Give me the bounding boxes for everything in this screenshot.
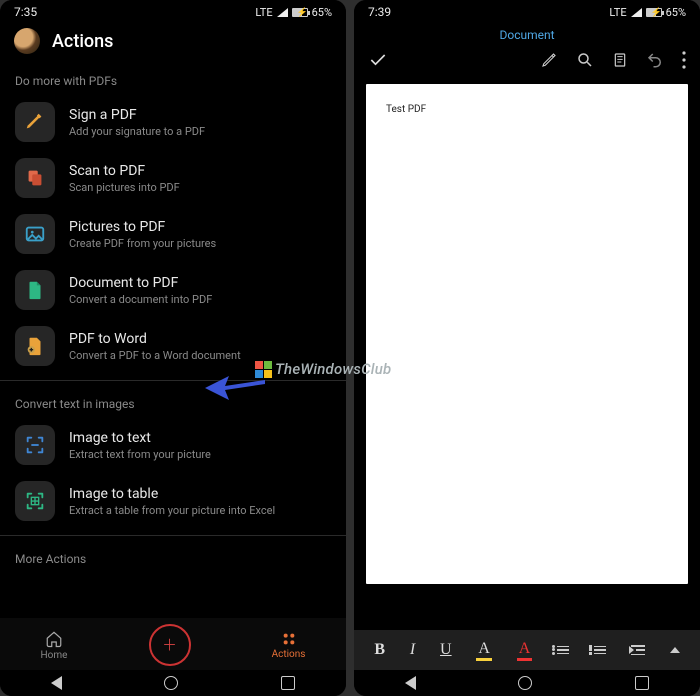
search-icon[interactable] xyxy=(576,51,594,69)
action-title: Pictures to PDF xyxy=(69,219,216,235)
doc-toolbar xyxy=(354,44,700,80)
recents-icon[interactable] xyxy=(281,676,295,690)
status-network: LTE xyxy=(609,6,626,19)
pdf-word-icon xyxy=(15,326,55,366)
action-sign-pdf[interactable]: Sign a PDF Add your signature to a PDF xyxy=(0,94,346,150)
undo-icon[interactable] xyxy=(646,51,664,69)
action-image-table[interactable]: Image to table Extract a table from your… xyxy=(0,473,346,529)
page-content: Test PDF xyxy=(386,104,426,115)
home-icon xyxy=(45,630,63,648)
read-mode-icon[interactable] xyxy=(612,51,628,69)
status-time: 7:35 xyxy=(14,5,37,19)
grid-icon xyxy=(281,631,297,647)
phone-actions-screen: 7:35 LTE ⚡ 65% Actions Do more with PDFs xyxy=(0,0,346,696)
nav-actions-label: Actions xyxy=(272,649,306,660)
home-icon[interactable] xyxy=(164,676,178,690)
document-page[interactable]: Test PDF xyxy=(366,84,688,584)
android-nav xyxy=(0,670,346,696)
action-pictures-pdf[interactable]: Pictures to PDF Create PDF from your pic… xyxy=(0,206,346,262)
action-sub: Create PDF from your pictures xyxy=(69,237,216,250)
nav-home-label: Home xyxy=(41,650,68,661)
indent-button[interactable] xyxy=(631,644,645,656)
done-icon[interactable] xyxy=(368,50,388,70)
bold-button[interactable]: B xyxy=(374,641,385,659)
signal-icon xyxy=(631,8,642,17)
nav-add-button[interactable]: + xyxy=(149,624,191,666)
image-text-icon xyxy=(15,425,55,465)
draw-icon[interactable] xyxy=(540,51,558,69)
section-title-images: Convert text in images xyxy=(0,387,346,417)
status-battery: 65% xyxy=(312,6,332,19)
watermark: TheWindowsClub xyxy=(255,360,391,378)
signal-icon xyxy=(277,8,288,17)
format-bar: B I U A A xyxy=(354,630,700,670)
section-title-pdfs: Do more with PDFs xyxy=(0,64,346,94)
picture-icon xyxy=(15,214,55,254)
windows-logo-icon xyxy=(255,361,272,378)
italic-button[interactable]: I xyxy=(410,641,415,659)
status-network: LTE xyxy=(255,6,272,19)
document-label[interactable]: Document xyxy=(354,22,700,44)
action-title: Sign a PDF xyxy=(69,107,205,123)
watermark-text: TheWindowsClub xyxy=(275,360,391,378)
image-table-icon xyxy=(15,481,55,521)
action-sub: Extract text from your picture xyxy=(69,448,211,461)
action-title: Image to text xyxy=(69,430,211,446)
action-sub: Add your signature to a PDF xyxy=(69,125,205,138)
home-icon[interactable] xyxy=(518,676,532,690)
back-icon[interactable] xyxy=(51,676,62,690)
action-doc-pdf[interactable]: Document to PDF Convert a document into … xyxy=(0,262,346,318)
underline-button[interactable]: U xyxy=(440,641,452,659)
font-color-button[interactable]: A xyxy=(517,640,533,661)
page-title: Actions xyxy=(52,31,113,52)
recents-icon[interactable] xyxy=(635,676,649,690)
status-bar: 7:35 LTE ⚡ 65% xyxy=(0,0,346,22)
android-nav xyxy=(354,670,700,696)
app-header: Actions xyxy=(0,22,346,64)
action-title: Scan to PDF xyxy=(69,163,180,179)
battery-icon: ⚡ xyxy=(646,8,662,17)
action-title: Document to PDF xyxy=(69,275,212,291)
nav-actions[interactable]: Actions xyxy=(272,631,306,660)
bullet-list-button[interactable] xyxy=(557,646,569,655)
highlight-button[interactable]: A xyxy=(476,640,492,661)
phone-document-screen: 7:39 LTE ⚡ 65% Document Test PDF xyxy=(354,0,700,696)
action-sub: Convert a document into PDF xyxy=(69,293,212,306)
expand-format-icon[interactable] xyxy=(670,647,680,653)
plus-icon: + xyxy=(163,633,175,658)
status-bar: 7:39 LTE ⚡ 65% xyxy=(354,0,700,22)
scan-icon xyxy=(15,158,55,198)
action-image-text[interactable]: Image to text Extract text from your pic… xyxy=(0,417,346,473)
status-battery: 65% xyxy=(666,6,686,19)
avatar[interactable] xyxy=(14,28,40,54)
action-scan-pdf[interactable]: Scan to PDF Scan pictures into PDF xyxy=(0,150,346,206)
action-title: Image to table xyxy=(69,486,275,502)
pen-icon xyxy=(15,102,55,142)
more-icon[interactable] xyxy=(682,51,686,69)
status-time: 7:39 xyxy=(368,5,391,19)
action-sub: Convert a PDF to a Word document xyxy=(69,349,241,362)
bottom-nav: Home + Actions xyxy=(0,618,346,670)
battery-icon: ⚡ xyxy=(292,8,308,17)
document-icon xyxy=(15,270,55,310)
action-sub: Scan pictures into PDF xyxy=(69,181,180,194)
back-icon[interactable] xyxy=(405,676,416,690)
nav-home[interactable]: Home xyxy=(41,630,68,661)
number-list-button[interactable] xyxy=(594,646,606,655)
action-sub: Extract a table from your picture into E… xyxy=(69,504,275,517)
section-title-more: More Actions xyxy=(0,542,346,572)
action-title: PDF to Word xyxy=(69,331,241,347)
